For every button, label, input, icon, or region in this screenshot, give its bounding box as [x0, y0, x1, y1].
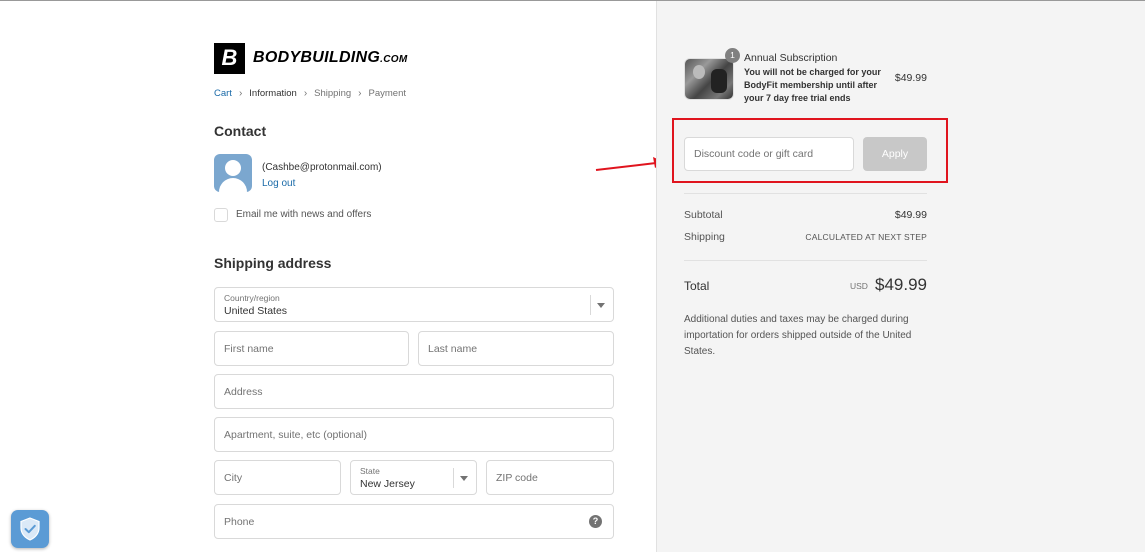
shipping-label: Shipping: [684, 231, 725, 243]
address-input[interactable]: Address: [214, 374, 614, 409]
chevron-right-icon: ›: [358, 88, 362, 99]
last-name-input[interactable]: Last name: [418, 331, 614, 366]
city-input[interactable]: City: [214, 460, 341, 495]
newsletter-checkbox[interactable]: [214, 208, 228, 222]
breadcrumb: Cart › Information › Shipping › Payment: [214, 88, 406, 99]
discount-code-input[interactable]: [684, 137, 854, 171]
apply-discount-button[interactable]: Apply: [863, 137, 927, 171]
state-select-value: New Jersey: [360, 478, 415, 490]
avatar-head: [225, 160, 241, 176]
breadcrumb-shipping: Shipping: [314, 88, 352, 99]
brand-logo-text: BODYBUILDING.COM: [253, 49, 407, 67]
chevron-right-icon: ›: [303, 88, 308, 99]
address-placeholder: Address: [224, 386, 263, 398]
caret-down-icon: [597, 303, 605, 308]
shipping-address-heading: Shipping address: [214, 255, 332, 271]
user-avatar-icon: [214, 154, 252, 192]
shipping-value: CALCULATED AT NEXT STEP: [805, 232, 927, 242]
subtotal-label: Subtotal: [684, 209, 723, 221]
quantity-badge: 1: [725, 48, 740, 63]
duties-note: Additional duties and taxes may be charg…: [684, 314, 912, 357]
zip-code-input[interactable]: ZIP code: [486, 460, 614, 495]
breadcrumb-payment: Payment: [368, 88, 407, 99]
breadcrumb-information: Information: [249, 88, 297, 99]
total-value: $49.99: [875, 275, 927, 294]
apartment-input[interactable]: Apartment, suite, etc (optional): [214, 417, 614, 452]
first-name-placeholder: First name: [224, 343, 274, 355]
question-circle-icon[interactable]: ?: [589, 515, 602, 528]
zip-code-placeholder: ZIP code: [496, 472, 538, 484]
product-price: $49.99: [894, 72, 927, 84]
product-name: Annual Subscription: [744, 52, 838, 64]
chevron-right-icon: ›: [238, 88, 243, 99]
brand-logo-name: BODYBUILDING: [253, 49, 381, 66]
total-label: Total: [684, 279, 710, 293]
country-select-value: United States: [224, 305, 288, 317]
state-select-label: State: [360, 466, 380, 476]
phone-placeholder: Phone: [224, 516, 255, 528]
contact-email: (Cashbe@protonmail.com): [262, 162, 382, 173]
brand-logo-mark: B: [214, 42, 245, 74]
summary-divider: [684, 260, 927, 261]
first-name-input[interactable]: First name: [214, 331, 409, 366]
select-divider: [590, 295, 591, 315]
country-select[interactable]: Country/region United States: [214, 287, 614, 322]
state-select[interactable]: State New Jersey: [350, 460, 477, 495]
product-thumbnail: [684, 58, 734, 100]
city-placeholder: City: [224, 472, 243, 484]
select-divider: [453, 468, 454, 488]
subtotal-value: $49.99: [894, 209, 927, 221]
brand-logo[interactable]: B BODYBUILDING.COM: [214, 42, 407, 74]
summary-divider: [684, 193, 927, 194]
currency-code: USD: [850, 281, 868, 291]
newsletter-checkbox-label[interactable]: Email me with news and offers: [236, 209, 371, 220]
country-select-label: Country/region: [224, 293, 280, 303]
brand-logo-suffix: .COM: [380, 54, 408, 65]
avatar-body: [219, 178, 247, 192]
caret-down-icon: [460, 476, 468, 481]
phone-input[interactable]: Phone ?: [214, 504, 614, 539]
shield-check-icon[interactable]: [11, 510, 49, 548]
thumbnail-shape: [693, 65, 705, 79]
apartment-placeholder: Apartment, suite, etc (optional): [224, 429, 367, 441]
product-description: You will not be charged for your BodyFit…: [744, 67, 881, 103]
breadcrumb-cart[interactable]: Cart: [214, 88, 232, 99]
last-name-placeholder: Last name: [428, 343, 478, 355]
logout-link[interactable]: Log out: [262, 178, 295, 189]
thumbnail-shape: [711, 69, 727, 93]
contact-heading: Contact: [214, 123, 267, 139]
